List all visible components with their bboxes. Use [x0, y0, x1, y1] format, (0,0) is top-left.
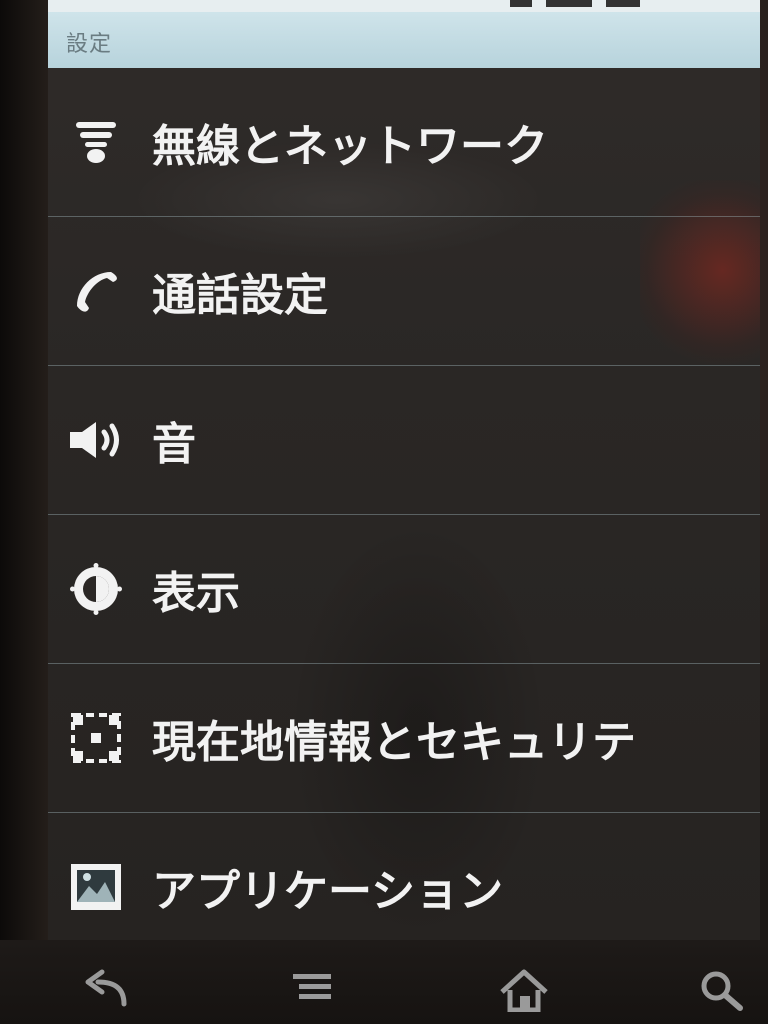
phone-icon — [68, 263, 124, 319]
search-icon — [696, 968, 748, 1016]
home-icon — [496, 968, 552, 1016]
menu-item-applications[interactable]: アプリケーション — [48, 813, 760, 940]
speaker-icon — [68, 412, 124, 468]
signal-icon — [546, 0, 592, 7]
back-icon — [80, 968, 132, 1012]
network-icon — [606, 0, 640, 7]
menu-item-display[interactable]: 表示 — [48, 515, 760, 664]
status-icons — [510, 0, 640, 8]
wifi-icon — [68, 114, 124, 170]
home-button[interactable] — [494, 968, 554, 1024]
menu-item-call-settings[interactable]: 通話設定 — [48, 217, 760, 366]
location-security-icon — [68, 710, 124, 766]
status-bar — [48, 0, 760, 12]
hardware-nav-bar — [0, 940, 768, 1024]
applications-icon — [68, 859, 124, 915]
menu-item-location-security[interactable]: 現在地情報とセキュリテ — [48, 664, 760, 813]
menu-item-label: アプリケーション — [152, 866, 504, 917]
menu-item-label: 通話設定 — [152, 270, 328, 321]
settings-menu: 無線とネットワーク 通話設定 音 表示 現在地情報とセキュリテ アプリケーション — [48, 68, 760, 940]
menu-item-wireless-network[interactable]: 無線とネットワーク — [48, 68, 760, 217]
menu-button[interactable] — [282, 968, 342, 1024]
battery-icon — [510, 0, 532, 7]
search-button[interactable] — [692, 968, 752, 1024]
menu-item-label: 表示 — [152, 568, 240, 619]
menu-item-label: 無線とネットワーク — [152, 121, 548, 172]
back-button[interactable] — [76, 968, 136, 1024]
display-brightness-icon — [68, 561, 124, 617]
menu-item-label: 音 — [152, 419, 196, 470]
title-bar: 設定 — [48, 12, 760, 68]
page-title: 設定 — [66, 32, 113, 57]
menu-item-label: 現在地情報とセキュリテ — [152, 717, 636, 768]
device-bezel — [0, 0, 48, 940]
menu-icon — [289, 968, 335, 1012]
menu-item-sound[interactable]: 音 — [48, 366, 760, 515]
phone-screen: 設定 無線とネットワーク 通話設定 音 表示 現在地情報とセキュリテ アプリケー… — [48, 0, 760, 940]
